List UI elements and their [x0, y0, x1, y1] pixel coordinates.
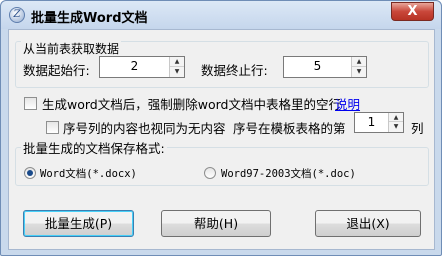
format-docx-label[interactable]: Word文档(*.docx) — [40, 166, 137, 181]
app-icon: Z — [9, 7, 25, 23]
sequence-spinner-arrows: ▲ ▼ — [388, 113, 403, 132]
sequence-column-checkbox[interactable] — [46, 121, 59, 134]
spin-up-icon[interactable]: ▲ — [170, 57, 184, 67]
exit-button[interactable]: 退出(X) — [315, 210, 421, 237]
dialog-window: Z 批量生成Word文档 X 从当前表获取数据 数据起始行: 2 ▲ ▼ 数据终… — [0, 0, 442, 256]
spin-up-icon[interactable]: ▲ — [352, 57, 366, 67]
format-doc-label[interactable]: Word97-2003文档(*.doc) — [221, 166, 356, 181]
title-bar: Z 批量生成Word文档 X — [1, 1, 441, 29]
help-button[interactable]: 帮助(H) — [161, 210, 271, 237]
dialog-client-area: 从当前表获取数据 数据起始行: 2 ▲ ▼ 数据终止行: 5 ▲ ▼ 生成wor… — [8, 29, 435, 250]
format-docx-radio[interactable] — [24, 167, 36, 179]
format-doc-radio[interactable] — [204, 167, 216, 179]
end-row-label: 数据终止行: — [201, 63, 268, 78]
spin-down-icon[interactable]: ▼ — [170, 67, 184, 77]
start-row-value[interactable]: 2 — [100, 59, 169, 73]
data-source-group-label: 从当前表获取数据 — [21, 40, 122, 57]
sequence-column-spinner[interactable]: 1 ▲ ▼ — [354, 112, 404, 133]
radio-selected-dot — [27, 170, 33, 176]
end-row-value[interactable]: 5 — [284, 59, 351, 73]
start-row-spinner[interactable]: 2 ▲ ▼ — [99, 56, 185, 78]
start-row-spinner-arrows: ▲ ▼ — [169, 57, 184, 77]
spin-down-icon[interactable]: ▼ — [389, 122, 403, 131]
end-row-spinner[interactable]: 5 ▲ ▼ — [283, 56, 367, 78]
close-button[interactable]: X — [391, 2, 434, 21]
end-row-spinner-arrows: ▲ ▼ — [351, 57, 366, 77]
save-format-label: 批量生成的文档保存格式: — [21, 138, 167, 157]
start-row-label: 数据起始行: — [23, 63, 90, 78]
delete-empty-rows-label: 生成word文档后，强制删除word文档中表格里的空行 — [42, 97, 341, 112]
batch-generate-button[interactable]: 批量生成(P) — [23, 210, 134, 237]
window-title: 批量生成Word文档 — [31, 11, 148, 26]
sequence-position-suffix: 列 — [411, 121, 424, 136]
delete-empty-rows-checkbox[interactable] — [24, 97, 37, 110]
sequence-column-value[interactable]: 1 — [355, 115, 388, 129]
spin-up-icon[interactable]: ▲ — [389, 113, 403, 122]
sequence-column-label: 序号列的内容也视同为无内容 — [63, 121, 226, 136]
help-note-link[interactable]: 说明 — [335, 94, 360, 113]
sequence-position-prefix: 序号在模板表格的第 — [233, 121, 346, 136]
spin-down-icon[interactable]: ▼ — [352, 67, 366, 77]
